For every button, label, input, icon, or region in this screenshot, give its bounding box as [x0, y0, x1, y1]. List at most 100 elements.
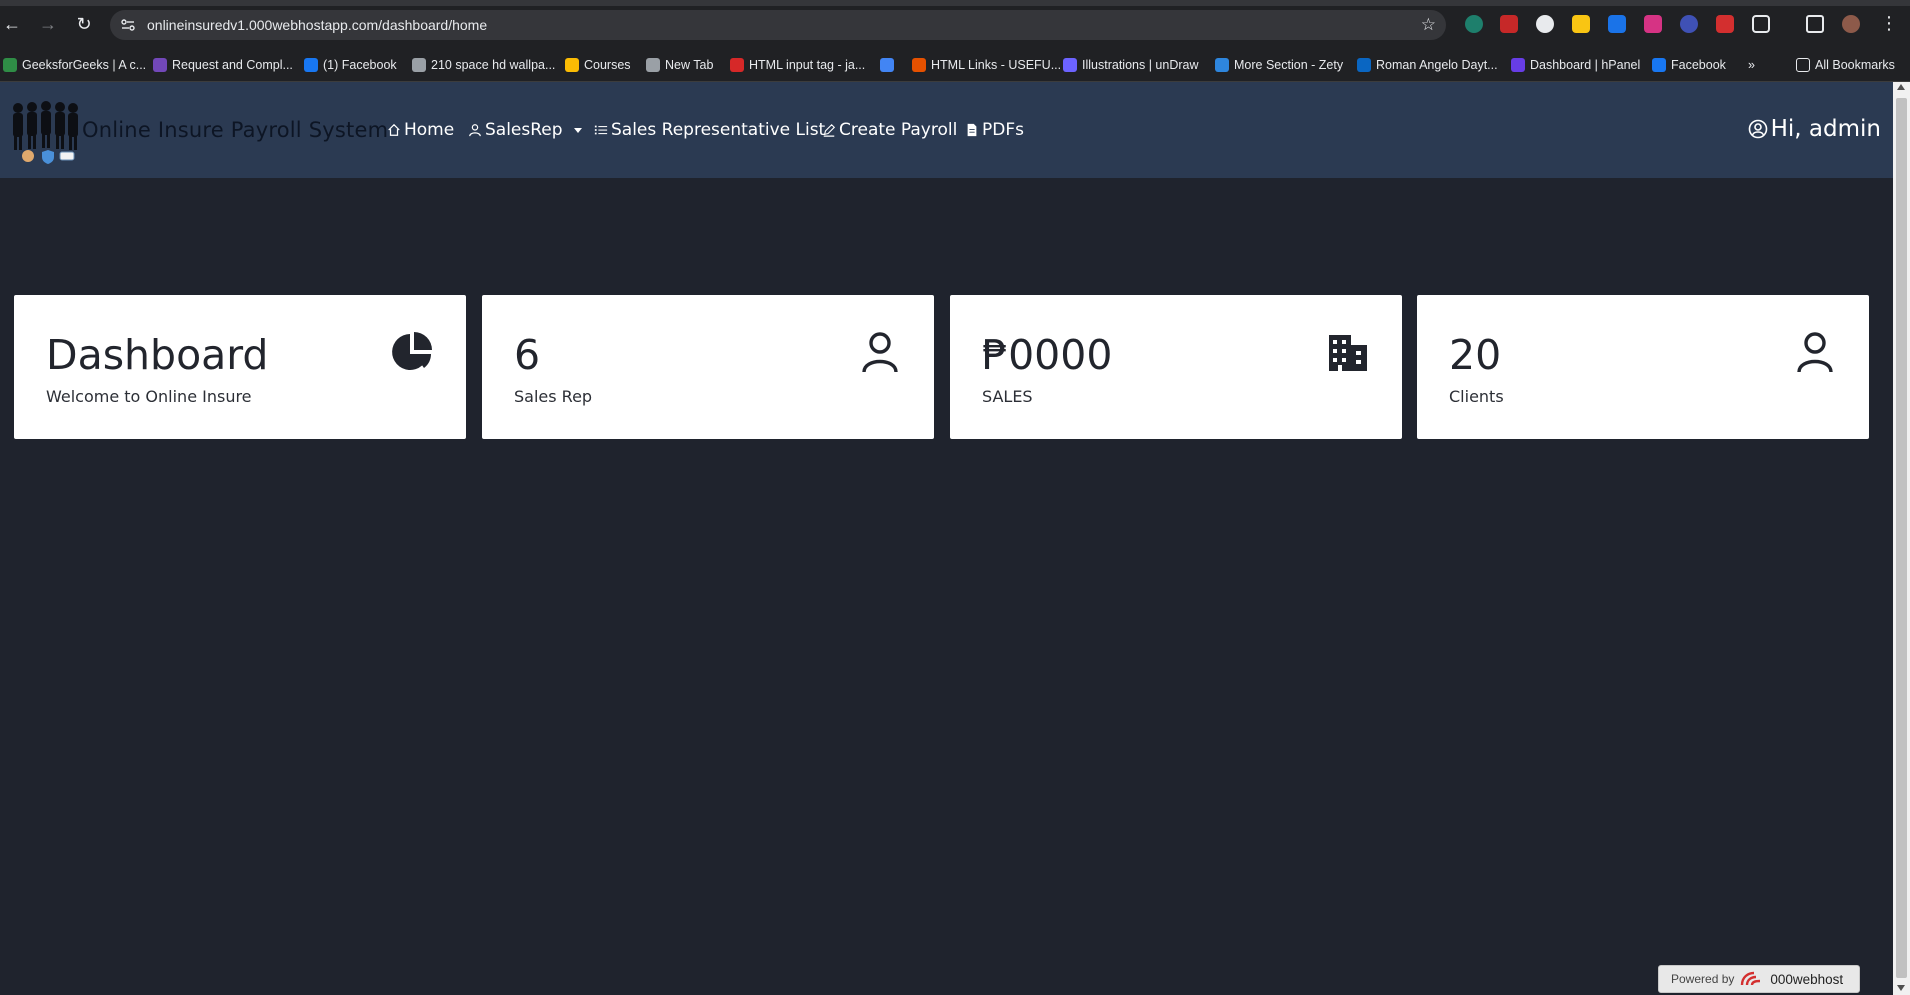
bookmark-item[interactable]: Facebook	[1652, 58, 1726, 72]
bookmark-label: New Tab	[665, 58, 714, 72]
globe-icon	[412, 58, 426, 72]
nav-sales-rep-list[interactable]: Sales Representative List	[594, 120, 825, 140]
bookmarks-bar: GeeksforGeeks | A c... Request and Compl.…	[0, 50, 1910, 82]
bookmark-label: Request and Compl...	[172, 58, 293, 72]
courses-icon	[565, 58, 579, 72]
extension-icon[interactable]	[1572, 15, 1590, 33]
extension-icon[interactable]	[1716, 15, 1734, 33]
bookmark-label: Courses	[584, 58, 631, 72]
browser-toolbar: ← → ↻ onlineinsuredv1.000webhostapp.com/…	[0, 0, 1910, 50]
facebook-icon	[1652, 58, 1666, 72]
person-icon	[469, 124, 481, 137]
bookmark-label: Facebook	[1671, 58, 1726, 72]
pencil-icon	[823, 123, 836, 137]
bookmark-item[interactable]: Roman Angelo Dayt...	[1357, 58, 1498, 72]
extension-icon[interactable]	[1608, 15, 1626, 33]
bookmark-item[interactable]: More Section - Zety	[1215, 58, 1343, 72]
extension-icon[interactable]	[1644, 15, 1662, 33]
navbar: Online Insure Payroll System Home SalesR…	[0, 82, 1893, 178]
reload-icon[interactable]: ↻	[74, 14, 94, 34]
bookmark-label: (1) Facebook	[323, 58, 397, 72]
webhost-logo-icon	[1741, 971, 1761, 986]
scroll-down-icon[interactable]	[1897, 985, 1905, 991]
facebook-icon	[304, 58, 318, 72]
brand-name[interactable]: Online Insure Payroll System	[82, 118, 388, 142]
extension-icon[interactable]	[1500, 15, 1518, 33]
puzzle-icon[interactable]	[1752, 15, 1770, 33]
bookmark-item[interactable]: 210 space hd wallpa...	[412, 58, 555, 72]
doc-icon	[880, 58, 894, 72]
bookmark-item[interactable]	[880, 58, 894, 72]
powered-by-badge[interactable]: Powered by 000webhost	[1658, 965, 1860, 993]
dashboard-card: Dashboard Welcome to Online Insure	[14, 295, 466, 439]
extension-icon[interactable]	[1680, 15, 1698, 33]
person-icon	[1797, 332, 1833, 373]
bookmark-label: Dashboard | hPanel	[1530, 58, 1641, 72]
side-panel-icon[interactable]	[1806, 15, 1824, 33]
bookmark-item[interactable]: (1) Facebook	[304, 58, 397, 72]
profile-avatar[interactable]	[1842, 15, 1860, 33]
linkedin-icon	[1357, 58, 1371, 72]
list-icon	[594, 125, 608, 135]
card-label: SALES	[982, 387, 1033, 406]
bookmark-item[interactable]: Courses	[565, 58, 631, 72]
scrollbar-thumb[interactable]	[1896, 98, 1907, 978]
globe-icon	[646, 58, 660, 72]
zety-icon	[1215, 58, 1229, 72]
forward-icon[interactable]: →	[38, 14, 58, 34]
undraw-icon	[1063, 58, 1077, 72]
card-value: Dashboard	[46, 331, 269, 379]
bookmark-label: More Section - Zety	[1234, 58, 1344, 72]
javatpoint-icon	[730, 58, 744, 72]
home-icon	[388, 123, 400, 136]
nav-create-payroll[interactable]: Create Payroll	[822, 120, 957, 140]
menu-icon[interactable]: ⋮	[1880, 13, 1898, 34]
extension-icon[interactable]	[1536, 15, 1554, 33]
bookmark-item[interactable]: Request and Compl...	[153, 58, 293, 72]
clients-card: 20 Clients	[1417, 295, 1869, 439]
site-settings-icon[interactable]	[120, 17, 136, 33]
nav-home[interactable]: Home	[387, 120, 454, 140]
scroll-up-icon[interactable]	[1897, 84, 1905, 90]
page-viewport: Online Insure Payroll System Home SalesR…	[0, 82, 1893, 995]
url-text[interactable]: onlineinsuredv1.000webhostapp.com/dashbo…	[147, 17, 487, 33]
bookmark-item[interactable]: Illustrations | unDraw	[1063, 58, 1199, 72]
card-label: Sales Rep	[514, 387, 593, 406]
nav-salesrep-dropdown[interactable]: SalesRep	[468, 120, 582, 140]
building-icon	[1329, 335, 1367, 371]
bookmark-item[interactable]: GeeksforGeeks | A c...	[3, 58, 146, 72]
more-bookmarks-icon[interactable]: »	[1748, 58, 1755, 72]
folder-icon	[1796, 58, 1810, 72]
bookmark-label: HTML input tag - ja...	[749, 58, 866, 72]
all-bookmarks[interactable]: All Bookmarks	[1796, 58, 1895, 72]
bookmark-star-icon[interactable]: ☆	[1421, 15, 1436, 35]
logo[interactable]	[8, 96, 82, 166]
bookmark-item[interactable]: New Tab	[646, 58, 713, 72]
card-value: ₱0000	[982, 331, 1113, 379]
user-menu[interactable]: Hi, admin	[1748, 116, 1881, 142]
bookmark-label: Roman Angelo Dayt...	[1376, 58, 1498, 72]
page-scrollbar[interactable]	[1893, 82, 1910, 995]
tab-strip	[0, 0, 1910, 6]
sales-card: ₱0000 SALES	[950, 295, 1402, 439]
bookmark-item[interactable]: HTML Links - USEFU...	[912, 58, 1061, 72]
html-links-icon	[912, 58, 926, 72]
card-label: Clients	[1449, 387, 1504, 406]
bookmark-label: GeeksforGeeks | A c...	[22, 58, 147, 72]
form-icon	[153, 58, 167, 72]
hostinger-icon	[1511, 58, 1525, 72]
person-icon	[862, 332, 898, 373]
card-value: 20	[1449, 331, 1502, 379]
back-icon[interactable]: ←	[2, 14, 22, 34]
card-value: 6	[514, 331, 541, 379]
nav-pdfs[interactable]: PDFs	[965, 120, 1024, 140]
pie-chart-icon	[392, 332, 432, 370]
bookmark-label: 210 space hd wallpa...	[431, 58, 556, 72]
bookmark-label: HTML Links - USEFU...	[931, 58, 1062, 72]
bookmark-label: Illustrations | unDraw	[1082, 58, 1199, 72]
bookmark-item[interactable]: Dashboard | hPanel	[1511, 58, 1640, 72]
address-bar[interactable]: onlineinsuredv1.000webhostapp.com/dashbo…	[110, 10, 1446, 40]
extension-icon[interactable]	[1465, 15, 1483, 33]
sales-rep-card: 6 Sales Rep	[482, 295, 934, 439]
bookmark-item[interactable]: HTML input tag - ja...	[730, 58, 865, 72]
